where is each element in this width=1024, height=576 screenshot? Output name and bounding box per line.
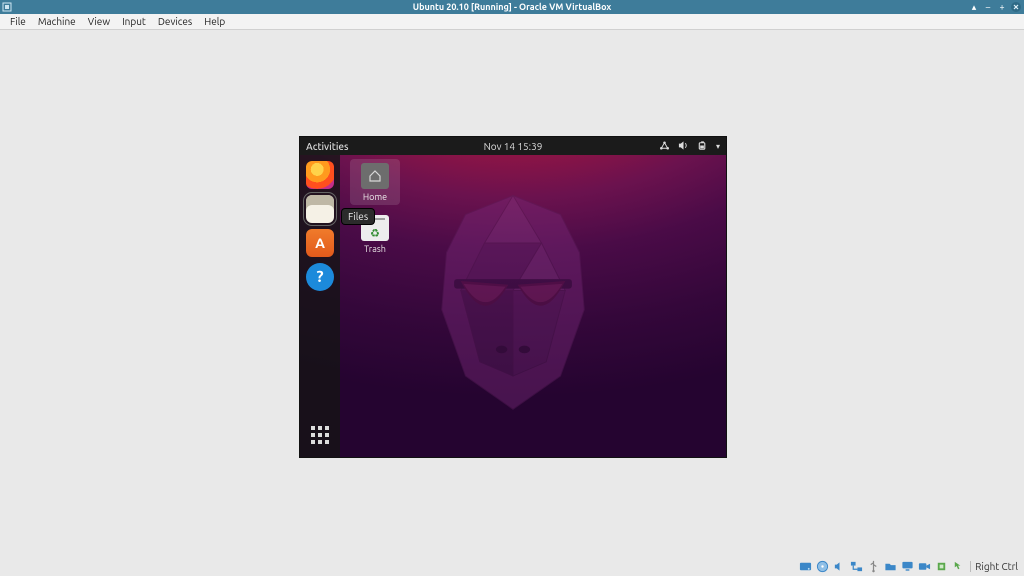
dock-files-icon[interactable] [306,195,334,223]
host-minimize-button[interactable]: – [982,1,994,13]
host-client-area: Activities Nov 14 15:39 ▾ [0,30,1024,576]
host-window-title: Ubuntu 20.10 [Running] - Oracle VM Virtu… [0,2,1024,12]
status-network-icon[interactable] [849,559,863,573]
dock-software-icon[interactable] [306,229,334,257]
network-icon[interactable] [659,140,670,153]
dock-firefox-icon[interactable] [306,161,334,189]
host-window-controls: ▴ – + [968,1,1024,13]
host-close-button[interactable] [1010,1,1022,13]
guest-screen[interactable]: Activities Nov 14 15:39 ▾ [300,137,726,457]
desktop-trash-label: Trash [350,244,400,254]
system-status-area[interactable]: ▾ [659,140,720,153]
status-audio-icon[interactable] [832,559,846,573]
volume-icon[interactable] [678,140,689,153]
virtualbox-app-icon [0,0,14,14]
menu-machine[interactable]: Machine [32,16,82,27]
menu-view[interactable]: View [82,16,116,27]
desktop-area[interactable]: Home Trash [340,155,726,457]
gnome-top-panel: Activities Nov 14 15:39 ▾ [300,137,726,155]
system-menu-arrow-icon[interactable]: ▾ [716,142,720,151]
status-usb-icon[interactable] [866,559,880,573]
status-harddisk-icon[interactable] [798,559,812,573]
host-titlebar: Ubuntu 20.10 [Running] - Oracle VM Virtu… [0,0,1024,14]
status-recording-icon[interactable] [917,559,931,573]
home-folder-icon [361,163,389,189]
status-mouse-integration-icon[interactable] [951,559,965,573]
menu-file[interactable]: File [4,16,32,27]
menu-help[interactable]: Help [198,16,231,27]
host-status-bar: Right Ctrl [798,558,1022,574]
guest-body: Files Home Trash [300,155,726,457]
power-icon[interactable] [697,140,708,153]
host-rollup-button[interactable]: ▴ [968,1,980,13]
show-applications-button[interactable] [306,421,334,449]
status-shared-folder-icon[interactable] [883,559,897,573]
host-maximize-button[interactable]: + [996,1,1008,13]
status-display-icon[interactable] [900,559,914,573]
dock-help-icon[interactable] [306,263,334,291]
activities-button[interactable]: Activities [306,141,349,152]
desktop-home-label: Home [350,192,400,202]
desktop-home-icon[interactable]: Home [350,159,400,205]
status-cpu-icon[interactable] [934,559,948,573]
menu-devices[interactable]: Devices [152,16,198,27]
menu-input[interactable]: Input [116,16,152,27]
dock-tooltip: Files [342,209,374,224]
host-menubar: File Machine View Input Devices Help [0,14,1024,30]
ubuntu-dock: Files [300,155,340,457]
host-key-indicator[interactable]: Right Ctrl [970,561,1022,572]
status-optical-icon[interactable] [815,559,829,573]
